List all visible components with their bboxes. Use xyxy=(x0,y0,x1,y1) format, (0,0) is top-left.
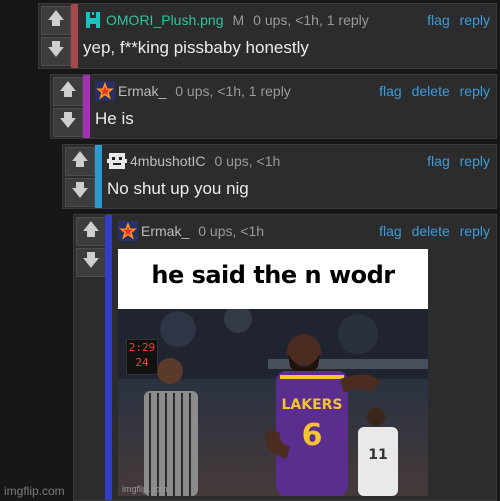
meme-image[interactable]: he said the n wodr LAKERS 6 11 2:29 24 i… xyxy=(118,249,428,496)
thread-stripe xyxy=(83,75,90,138)
downvote-button[interactable]: 🡇 xyxy=(41,37,71,66)
flag-link[interactable]: flag xyxy=(379,83,402,99)
reply-link[interactable]: reply xyxy=(460,83,490,99)
arrow-up-icon: 🡅 xyxy=(59,80,77,99)
arrow-down-icon: 🡇 xyxy=(59,111,77,130)
colorful-star-icon[interactable] xyxy=(95,81,115,101)
arrow-up-icon: 🡅 xyxy=(82,220,100,239)
delete-link[interactable]: delete xyxy=(412,223,450,239)
pixel-face-icon[interactable] xyxy=(107,151,127,171)
delete-link[interactable]: delete xyxy=(412,83,450,99)
vote-controls: 🡅 🡇 xyxy=(65,147,95,209)
thread-stripe xyxy=(105,215,112,500)
comment-header: 4mbushotIC 0 ups, <1h flag reply xyxy=(107,151,490,171)
comment-actions: flag delete reply xyxy=(373,223,490,239)
vote-controls: 🡅 🡇 xyxy=(53,77,83,139)
comment-meta: 0 ups, <1h, 1 reply xyxy=(175,83,291,99)
svg-text:11: 11 xyxy=(368,447,387,463)
comment-3: 🡅 🡇 4mbushotIC 0 ups, <1h flag reply No … xyxy=(62,144,497,209)
comment-header: OMORI_Plush.png M 0 ups, <1h, 1 reply fl… xyxy=(83,10,490,30)
shot-clock-seconds: 24 xyxy=(135,356,149,369)
jersey-number-text: 6 xyxy=(302,418,323,453)
comment-meta: 0 ups, <1h, 1 reply xyxy=(253,12,369,28)
basketball-photo: LAKERS 6 11 2:29 24 imgflip.com xyxy=(118,309,428,496)
arrow-down-icon: 🡇 xyxy=(82,251,100,270)
gender-tag: M xyxy=(232,12,245,28)
comment-header: Ermak_ 0 ups, <1h flag delete reply xyxy=(118,221,490,241)
vote-controls: 🡅 🡇 xyxy=(41,6,71,68)
flag-link[interactable]: flag xyxy=(379,223,402,239)
comment-actions: flag reply xyxy=(421,153,490,169)
jersey-team-text: LAKERS xyxy=(281,397,342,413)
green-pixel-icon[interactable] xyxy=(83,10,103,30)
comment-4: 🡅 🡇 Ermak_ 0 ups, <1h flag delete reply … xyxy=(73,214,497,501)
upvote-button[interactable]: 🡅 xyxy=(65,147,95,176)
upvote-button[interactable]: 🡅 xyxy=(53,77,83,106)
arrow-down-icon: 🡇 xyxy=(47,40,65,59)
upvote-button[interactable]: 🡅 xyxy=(41,6,71,35)
comment-meta: 0 ups, <1h xyxy=(198,223,265,239)
flag-link[interactable]: flag xyxy=(427,12,450,28)
basketball-scene: LAKERS 6 11 xyxy=(118,309,428,496)
reply-link[interactable]: reply xyxy=(460,12,490,28)
comment-actions: flag delete reply xyxy=(373,83,490,99)
upvote-button[interactable]: 🡅 xyxy=(76,217,106,246)
shot-clock-time: 2:29 xyxy=(128,341,156,354)
shot-clock: 2:29 24 xyxy=(126,339,158,375)
downvote-button[interactable]: 🡇 xyxy=(65,178,95,207)
comment-actions: flag reply xyxy=(421,12,490,28)
comment-text: No shut up you nig xyxy=(107,179,249,198)
image-watermark: imgflip.com xyxy=(122,484,168,494)
site-watermark: imgflip.com xyxy=(4,484,65,498)
comment-1: 🡅 🡇 OMORI_Plush.png M 0 ups, <1h, 1 repl… xyxy=(38,3,497,69)
colorful-star-icon[interactable] xyxy=(118,221,138,241)
comment-header: Ermak_ 0 ups, <1h, 1 reply flag delete r… xyxy=(95,81,490,101)
reply-link[interactable]: reply xyxy=(460,153,490,169)
arrow-up-icon: 🡅 xyxy=(71,150,89,169)
comment-meta: 0 ups, <1h xyxy=(214,153,281,169)
thread-stripe xyxy=(71,4,78,68)
arrow-down-icon: 🡇 xyxy=(71,181,89,200)
thread-stripe xyxy=(95,145,102,208)
meme-caption: he said the n wodr xyxy=(151,261,395,289)
arrow-up-icon: 🡅 xyxy=(47,9,65,28)
comment-text: He is xyxy=(95,109,134,128)
username[interactable]: Ermak_ xyxy=(118,83,166,99)
username[interactable]: 4mbushotIC xyxy=(130,153,205,169)
reply-link[interactable]: reply xyxy=(460,223,490,239)
flag-link[interactable]: flag xyxy=(427,153,450,169)
username[interactable]: Ermak_ xyxy=(141,223,189,239)
comment-2: 🡅 🡇 Ermak_ 0 ups, <1h, 1 reply flag dele… xyxy=(50,74,497,139)
comment-text: yep, f**king pissbaby honestly xyxy=(83,38,309,57)
downvote-button[interactable]: 🡇 xyxy=(53,108,83,137)
username[interactable]: OMORI_Plush.png xyxy=(106,12,224,28)
vote-controls: 🡅 🡇 xyxy=(76,217,106,279)
downvote-button[interactable]: 🡇 xyxy=(76,248,106,277)
